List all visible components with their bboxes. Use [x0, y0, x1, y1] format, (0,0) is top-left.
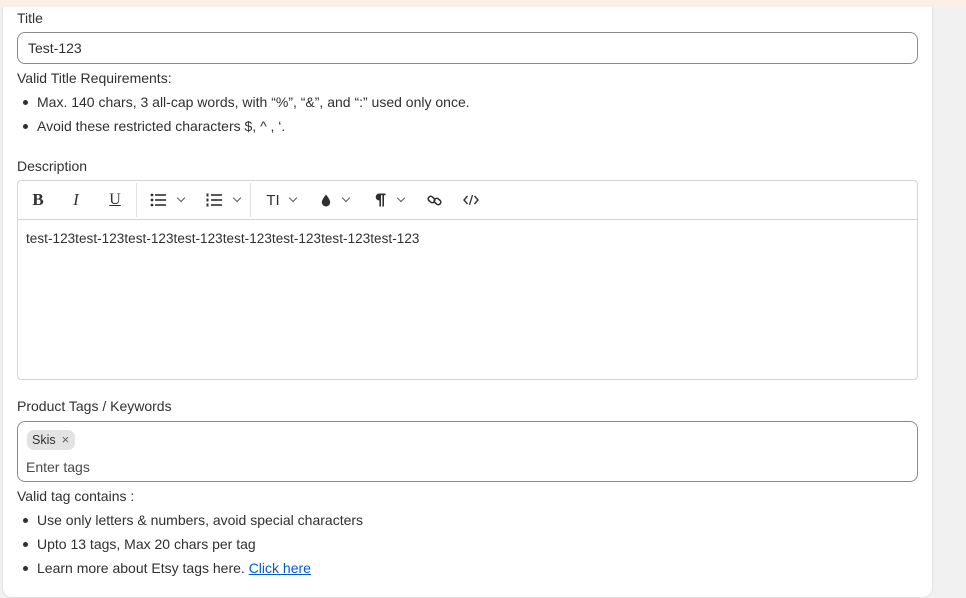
numbered-list-icon — [206, 193, 222, 207]
tags-label: Product Tags / Keywords — [17, 398, 172, 414]
tags-input-box[interactable]: Skis × — [17, 421, 918, 482]
bold-button[interactable]: B — [24, 181, 52, 219]
toolbar-divider — [136, 183, 137, 217]
bullet-list-button[interactable] — [144, 181, 190, 219]
toolbar-divider — [250, 183, 251, 217]
list-item: Max. 140 chars, 3 all-cap words, with “%… — [17, 90, 470, 114]
side-gutter — [933, 7, 966, 598]
description-editor: B I U TI test-123test-123test-123test-12… — [17, 180, 918, 380]
code-icon — [463, 194, 479, 206]
tag-chip: Skis × — [27, 430, 76, 450]
close-icon[interactable]: × — [62, 430, 70, 450]
chevron-down-icon — [176, 193, 186, 203]
list-item: Use only letters & numbers, avoid specia… — [17, 508, 363, 532]
editor-toolbar: B I U TI — [18, 181, 917, 220]
italic-icon: I — [73, 190, 79, 209]
chevron-down-icon — [232, 193, 242, 203]
chevron-down-icon — [341, 193, 351, 203]
bold-icon: B — [32, 190, 44, 209]
text-size-icon: TI — [266, 191, 280, 209]
chevron-down-icon — [396, 193, 406, 203]
description-content[interactable]: test-123test-123test-123test-123test-123… — [18, 220, 917, 257]
list-item: Avoid these restricted characters $, ^ ,… — [17, 114, 470, 138]
learn-more-text: Learn more about Etsy tags here. — [37, 560, 245, 576]
chevron-down-icon — [288, 193, 297, 203]
list-item: Learn more about Etsy tags here. Click h… — [17, 556, 363, 580]
title-label: Title — [17, 10, 43, 26]
title-input[interactable]: Test-123 — [17, 32, 918, 64]
title-requirements-heading: Valid Title Requirements: — [17, 70, 172, 86]
text-color-button[interactable] — [314, 181, 356, 219]
click-here-link[interactable]: Click here — [249, 560, 311, 576]
italic-button[interactable]: I — [62, 181, 90, 219]
numbered-list-button[interactable] — [200, 181, 246, 219]
paragraph-icon — [375, 193, 386, 207]
ink-drop-icon — [321, 194, 331, 206]
description-label: Description — [17, 158, 88, 174]
paragraph-format-button[interactable] — [368, 181, 410, 219]
underline-button[interactable]: U — [101, 181, 129, 219]
top-banner-strip — [0, 0, 966, 7]
product-form-card: Title Test-123 Valid Title Requirements:… — [2, 7, 933, 598]
underline-icon: U — [109, 191, 121, 208]
bullet-list-icon — [150, 193, 166, 207]
code-view-button[interactable] — [456, 181, 486, 219]
tag-chip-label: Skis — [32, 433, 56, 447]
insert-link-button[interactable] — [420, 181, 448, 219]
tag-rules-heading: Valid tag contains : — [17, 488, 135, 504]
tag-rules-list: Use only letters & numbers, avoid specia… — [17, 508, 363, 580]
list-item: Upto 13 tags, Max 20 chars per tag — [17, 532, 363, 556]
title-requirements-list: Max. 140 chars, 3 all-cap words, with “%… — [17, 90, 470, 138]
link-icon — [426, 195, 442, 205]
tags-input[interactable] — [26, 456, 906, 478]
text-size-button[interactable]: TI — [258, 181, 304, 219]
